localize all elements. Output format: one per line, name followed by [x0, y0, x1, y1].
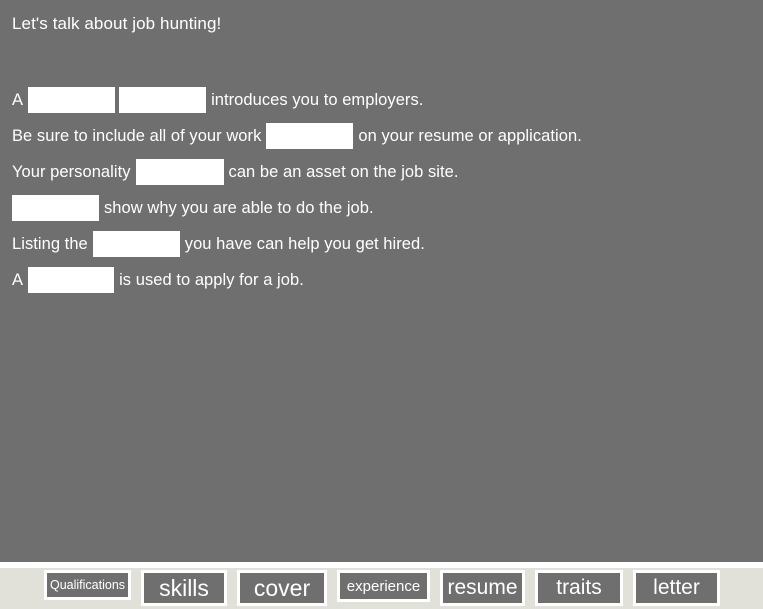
sentence-row-6: A is used to apply for a job. [12, 262, 752, 298]
sentence-row-3: Your personality can be an asset on the … [12, 154, 752, 190]
word-tile-letter[interactable]: letter [633, 570, 720, 606]
word-tile-skills[interactable]: skills [141, 570, 227, 606]
sentence-3-text-tail: can be an asset on the job site. [228, 163, 459, 181]
blank-drop-zone-3[interactable] [266, 123, 354, 149]
word-bank: Qualifications skills cover experience resum… [0, 568, 763, 609]
sentence-row-2: Be sure to include all of your work on y… [12, 118, 752, 154]
sentence-4-text-tail: show why you are able to do the job. [104, 199, 374, 217]
sentence-2-text-head: Be sure to include all of your work [12, 127, 262, 145]
sentence-1-text-tail: introduces you to employers. [211, 91, 424, 109]
blank-drop-zone-1[interactable] [28, 87, 116, 113]
sentence-6-text-head: A [12, 271, 24, 289]
sentence-2-text-tail: on your resume or application. [358, 127, 582, 145]
quiz-panel: Let's talk about job hunting! A introduc… [0, 0, 763, 562]
sentence-3-text-head: Your personality [12, 163, 131, 181]
sentence-row-5: Listing the you have can help you get hi… [12, 226, 752, 262]
sentence-5-text-tail: you have can help you get hired. [184, 235, 425, 253]
blank-drop-zone-6[interactable] [92, 231, 180, 257]
page-title: Let's talk about job hunting! [12, 14, 222, 33]
sentence-list: A introduces you to employers. Be sure t… [12, 82, 752, 298]
word-tile-qualifications[interactable]: Qualifications [44, 570, 131, 600]
blank-drop-zone-5[interactable] [12, 195, 99, 221]
quiz-screen: Let's talk about job hunting! A introduc… [0, 0, 763, 609]
sentence-row-4: show why you are able to do the job. [12, 190, 752, 226]
sentence-1-text-head: A [12, 91, 24, 109]
word-tile-resume[interactable]: resume [440, 570, 525, 606]
blank-drop-zone-4[interactable] [135, 159, 224, 185]
word-tile-cover[interactable]: cover [237, 570, 327, 606]
sentence-row-1: A introduces you to employers. [12, 82, 752, 118]
sentence-6-text-tail: is used to apply for a job. [119, 271, 304, 289]
word-tile-experience[interactable]: experience [337, 570, 430, 602]
sentence-5-text-head: Listing the [12, 235, 88, 253]
blank-drop-zone-2[interactable] [119, 87, 207, 113]
word-tile-traits[interactable]: traits [535, 570, 623, 606]
blank-drop-zone-7[interactable] [28, 267, 115, 293]
word-bank-tiles: Qualifications skills cover experience resum… [44, 570, 730, 606]
